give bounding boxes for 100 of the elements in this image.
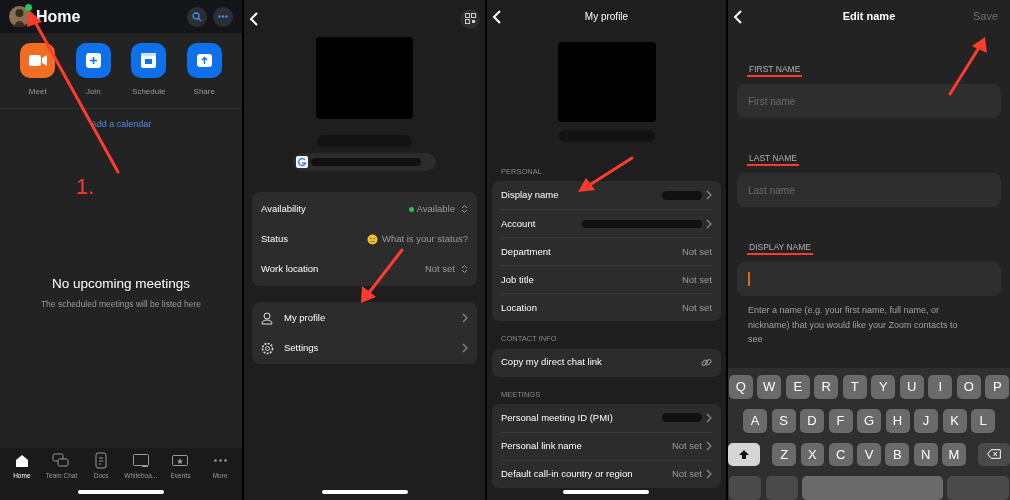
action-label: Join: [85, 86, 101, 98]
action-button[interactable]: [20, 43, 56, 78]
backspace-key[interactable]: [978, 442, 1010, 467]
chevron-right-icon: [705, 469, 712, 480]
person-icon: [261, 311, 274, 325]
whiteboard-icon: [131, 452, 150, 469]
logo-icon: [296, 156, 308, 168]
keyboard-key[interactable]: D: [800, 408, 824, 433]
chevron-right-icon: [461, 313, 468, 323]
list-row[interactable]: Personal meeting ID (PMI): [501, 403, 712, 432]
row-label: Default call-in country or region: [501, 467, 633, 482]
empty-state-subtitle: The scheduled meetings will be listed here: [40, 297, 202, 311]
chat-bubbles-icon: [52, 452, 71, 469]
keyboard-key[interactable]: H: [885, 408, 910, 433]
row-label: Work location: [261, 261, 319, 276]
row-label: Account: [501, 216, 536, 231]
avatar[interactable]: [9, 6, 30, 27]
keyboard-key[interactable]: V: [857, 442, 881, 467]
list-row[interactable]: Department Not set: [501, 237, 712, 266]
input-field[interactable]: [737, 262, 1001, 296]
menu-item[interactable]: Settings: [261, 333, 468, 363]
keyboard-key[interactable]: W: [757, 375, 782, 399]
keyboard-key[interactable]: X: [800, 442, 825, 467]
keyboard-key[interactable]: E: [785, 375, 810, 399]
row-label[interactable]: Copy my direct chat link: [501, 355, 602, 370]
list-row[interactable]: Location Not set: [501, 293, 712, 322]
keyboard-key[interactable]: U: [899, 375, 924, 399]
field-label: FIRST NAME: [747, 64, 803, 77]
up-down-chevron-icon: [461, 204, 468, 214]
back-icon: [492, 8, 502, 25]
qr-code-button[interactable]: [460, 8, 480, 29]
list-row[interactable]: Default call-in country or region Not set: [501, 459, 712, 488]
search-icon: [192, 11, 202, 22]
screen-title: Edit name: [842, 9, 896, 25]
back-button[interactable]: [492, 8, 504, 25]
keyboard-key[interactable]: B: [885, 442, 910, 467]
action-button[interactable]: [186, 43, 222, 78]
chevron-right-icon: [705, 412, 712, 423]
keyboard-key[interactable]: L: [971, 408, 995, 433]
redaction-mark: [662, 413, 702, 423]
keyboard-key[interactable]: C: [828, 442, 853, 467]
back-button[interactable]: [249, 10, 261, 27]
keyboard-key[interactable]: M: [942, 442, 966, 467]
menu-item[interactable]: My profile: [261, 303, 468, 333]
chevron-right-icon: [705, 190, 712, 201]
annotation-arrow: [948, 37, 987, 96]
list-row[interactable]: Copy my direct chat link: [501, 348, 712, 377]
row-value: Not set: [681, 272, 712, 287]
keyboard-key[interactable]: N: [913, 442, 938, 467]
annotation-arrow: [361, 248, 404, 303]
row-value: Not set: [681, 244, 712, 259]
keyboard-key[interactable]: Y: [871, 375, 896, 399]
keyboard-key[interactable]: I: [928, 375, 953, 399]
list-row[interactable]: Display name: [501, 181, 712, 210]
keyboard-key[interactable]: P: [985, 375, 1010, 399]
keyboard-key[interactable]: Z: [772, 442, 796, 467]
search-button[interactable]: [187, 6, 207, 27]
keyboard-key[interactable]: A: [743, 408, 767, 433]
keyboard-key[interactable]: K: [942, 408, 967, 433]
row-value: Not set: [671, 439, 702, 454]
action-label: Meet: [28, 86, 47, 98]
action-button[interactable]: [131, 43, 167, 78]
save-button[interactable]: Save: [972, 8, 998, 25]
keyboard-key[interactable]: J: [914, 408, 938, 433]
keyboard-key[interactable]: F: [828, 408, 853, 433]
keyboard-key[interactable]: G: [857, 408, 881, 433]
row-label: Display name: [501, 188, 559, 203]
link-icon[interactable]: [701, 357, 712, 368]
empty-state-title: No upcoming meetings: [51, 274, 191, 293]
row-label: Availability: [261, 201, 306, 216]
chevron-right-icon: [705, 218, 712, 229]
up-down-chevron-icon: [461, 264, 468, 274]
keyboard-key[interactable]: T: [842, 375, 867, 399]
row-value: Not set: [681, 300, 712, 315]
row-label: Personal meeting ID (PMI): [501, 410, 613, 425]
list-row[interactable]: Job title Not set: [501, 265, 712, 294]
back-icon: [249, 10, 259, 27]
row-value: What is your status?: [381, 231, 468, 246]
ticket-icon: [171, 452, 190, 469]
settings-icon: [261, 341, 274, 355]
action-label: Schedule: [132, 86, 166, 98]
account-chip[interactable]: [293, 153, 436, 171]
keyboard-key[interactable]: O: [956, 375, 981, 399]
shift-arrow-icon: [737, 448, 750, 460]
hint-text: Enter a name (e.g. your first name, full name, or nickname) that you would like your Zoom contacts to see: [747, 304, 959, 346]
list-row[interactable]: Account: [501, 209, 712, 238]
back-button[interactable]: [733, 8, 745, 25]
more-button[interactable]: [213, 6, 233, 27]
row-value[interactable]: Not set: [424, 261, 455, 277]
shift-key[interactable]: [728, 442, 760, 467]
keyboard-key[interactable]: Q: [728, 375, 753, 399]
smiley-icon: [366, 233, 378, 245]
action-button[interactable]: [75, 43, 111, 78]
row-value[interactable]: Available: [416, 201, 455, 217]
backspace-icon: [987, 449, 1002, 460]
keyboard-key[interactable]: R: [814, 375, 839, 399]
list-row[interactable]: Personal link name Not set: [501, 431, 712, 460]
action-label: Share: [193, 86, 215, 98]
screen-title: My profile: [584, 10, 629, 24]
keyboard-key[interactable]: S: [771, 408, 796, 433]
